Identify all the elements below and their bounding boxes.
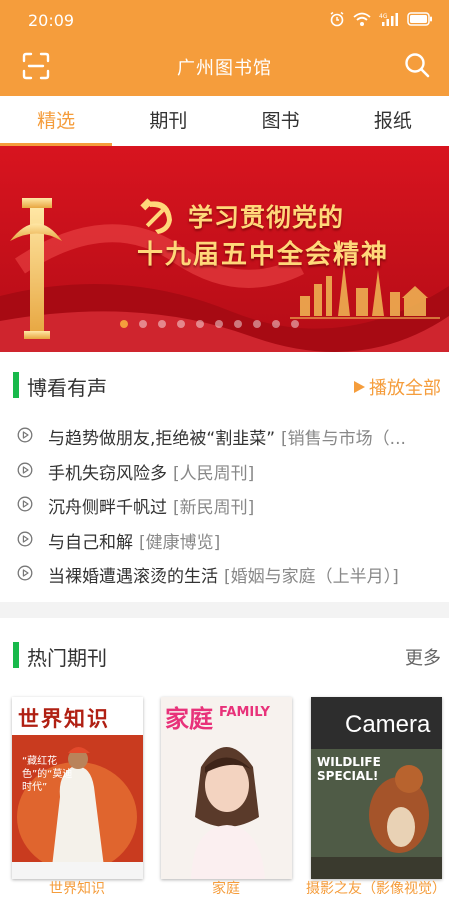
app-title: 广州图书馆 <box>177 58 272 79</box>
hot-periodicals-section: 热门期刊 更多 世界知识 “藏红花色”的“莫迪时代” 世界知识 家庭 FAMIL… <box>0 618 449 918</box>
carousel-dot[interactable] <box>291 320 299 328</box>
tab-periodicals[interactable]: 期刊 <box>112 96 224 146</box>
audio-list-item[interactable]: 当裸婚遭遇滚烫的生活 [婚姻与家庭（上半月）] <box>0 556 449 591</box>
app-bar: 广州图书馆 <box>0 40 449 96</box>
magazine-masthead-sub: FAMILY <box>219 705 270 720</box>
status-icons: 4G <box>329 11 433 27</box>
audio-item-title: 手机失窃风险多 <box>48 463 167 484</box>
audio-list: 与趋势做朋友,拒绝被“割韭菜” [销售与市场（... 手机失窃风险多 [人民周刊] 沉舟… <box>0 418 449 591</box>
play-circle-icon[interactable] <box>17 531 33 547</box>
tab-books[interactable]: 图书 <box>225 96 337 146</box>
audio-section-header: 博看有声 播放全部 <box>0 352 449 400</box>
battery-icon <box>407 12 432 26</box>
section-marker <box>13 372 19 398</box>
magazine-cover[interactable]: 家庭 FAMILY <box>161 697 292 879</box>
promo-banner[interactable]: 学习贯彻党的 十九届五中全会精神 <box>0 146 449 352</box>
svg-text:4G: 4G <box>379 13 388 20</box>
audio-list-item[interactable]: 与趋势做朋友,拒绝被“割韭菜” [销售与市场（... <box>0 418 449 453</box>
audio-item-source: [新民周刊] <box>173 498 255 518</box>
magazine-cover[interactable]: 世界知识 “藏红花色”的“莫迪时代” <box>12 697 143 879</box>
magazine-masthead: Camera <box>345 711 431 738</box>
status-bar: 20:09 4G <box>0 0 449 40</box>
signal-icon: 4G <box>379 12 398 26</box>
audio-list-item[interactable]: 与自己和解 [健康博览] <box>0 522 449 557</box>
wifi-icon <box>353 12 371 26</box>
magazine-title[interactable]: 家庭 <box>156 880 296 899</box>
carousel-dot[interactable] <box>139 320 147 328</box>
audio-item-title: 沉舟侧畔千帆过 <box>48 498 167 518</box>
audio-item-title: 当裸婚遭遇滚烫的生活 <box>48 567 218 587</box>
audio-item-title: 与趋势做朋友,拒绝被“割韭菜” <box>48 429 276 449</box>
audio-item-source: [销售与市场（... <box>281 429 406 449</box>
audio-item-source: [婚姻与家庭（上半月）] <box>224 567 399 587</box>
audio-section: 博看有声 播放全部 与趋势做朋友,拒绝被“割韭菜” [销售与市场（... 手机失窃风… <box>0 352 449 602</box>
audio-item-title: 与自己和解 <box>48 532 133 553</box>
more-link[interactable]: 更多 <box>405 644 441 670</box>
audio-list-item[interactable]: 沉舟侧畔千帆过 [新民周刊] <box>0 487 449 522</box>
carousel-dot[interactable] <box>234 320 242 328</box>
section-title: 热门期刊 <box>27 646 107 670</box>
carousel-dot[interactable] <box>120 320 128 328</box>
category-tabs: 精选 期刊 图书 报纸 <box>0 96 449 146</box>
status-time: 20:09 <box>28 11 75 30</box>
magazine-cover[interactable]: Camera WILDLIFE SPECIAL! <box>311 697 442 879</box>
play-icon <box>354 381 365 393</box>
top-bar: 20:09 4G 广州图书馆 <box>0 0 449 96</box>
magazine-cover-text: “藏红花色”的“莫迪时代” <box>22 756 73 793</box>
tab-featured[interactable]: 精选 <box>0 96 113 146</box>
magazine-title[interactable]: 摄影之友（影像视觉） <box>306 880 446 899</box>
play-all-label: 播放全部 <box>369 378 441 399</box>
carousel-dot[interactable] <box>253 320 261 328</box>
audio-item-source: [人民周刊] <box>173 463 255 484</box>
carousel-dot[interactable] <box>158 320 166 328</box>
audio-item-source: [健康博览] <box>139 532 221 553</box>
carousel-indicator <box>120 320 299 328</box>
play-circle-icon[interactable] <box>17 427 33 443</box>
carousel-dot[interactable] <box>272 320 280 328</box>
magazine-title[interactable]: 世界知识 <box>7 880 147 899</box>
banner-headline-1: 学习贯彻党的 <box>188 203 345 232</box>
alarm-icon <box>330 11 344 27</box>
magazine-masthead: 世界知识 <box>18 706 110 731</box>
play-circle-icon[interactable] <box>17 565 33 581</box>
section-title: 博看有声 <box>27 376 107 400</box>
play-all-button[interactable]: 播放全部 <box>353 374 441 400</box>
section-marker <box>13 642 19 668</box>
banner-headline-2: 十九届五中全会精神 <box>137 240 390 270</box>
carousel-dot[interactable] <box>177 320 185 328</box>
play-circle-icon[interactable] <box>17 496 33 512</box>
carousel-dot[interactable] <box>196 320 204 328</box>
magazine-masthead: 家庭 <box>165 704 213 733</box>
carousel-dot[interactable] <box>215 320 223 328</box>
search-icon[interactable] <box>403 51 431 79</box>
tab-newspapers[interactable]: 报纸 <box>337 96 449 146</box>
magazine-cover-text: WILDLIFE SPECIAL! <box>317 755 381 783</box>
audio-list-item[interactable]: 手机失窃风险多 [人民周刊] <box>0 453 449 488</box>
play-circle-icon[interactable] <box>17 462 33 478</box>
